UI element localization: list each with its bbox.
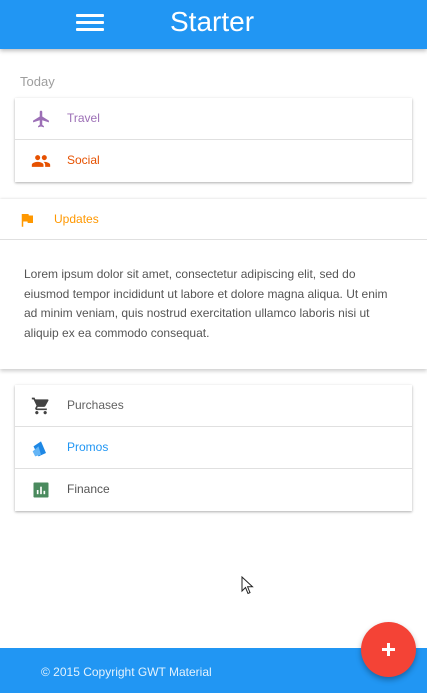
shopping-cart-icon [31, 396, 51, 416]
list-item-social[interactable]: Social [15, 140, 412, 182]
menu-bar-line [76, 21, 104, 24]
updates-panel: Updates Lorem ipsum dolor sit amet, cons… [0, 199, 427, 369]
section-label-today: Today [20, 74, 55, 89]
updates-header[interactable]: Updates [0, 199, 427, 240]
people-icon [31, 151, 51, 171]
app-title: Starter [170, 6, 255, 37]
today-list-card: Travel Social [15, 98, 412, 182]
updates-body-text: Lorem ipsum dolor sit amet, consectetur … [24, 267, 388, 340]
list-item-purchases[interactable]: Purchases [15, 385, 412, 427]
list-item-finance[interactable]: Finance [15, 469, 412, 511]
hamburger-menu-icon[interactable] [72, 9, 108, 37]
footer-copyright: © 2015 Copyright GWT Material [41, 665, 212, 679]
list-item-label: Finance [67, 482, 110, 496]
list-item-label: Promos [67, 440, 109, 454]
list-item-label: Travel [67, 111, 100, 125]
promos-tag-icon [31, 438, 51, 458]
updates-label: Updates [54, 212, 99, 226]
bar-chart-icon [31, 480, 51, 500]
list-item-promos[interactable]: Promos [15, 427, 412, 469]
menu-bar-line [76, 14, 104, 17]
mouse-cursor-icon [241, 576, 254, 595]
list-item-label: Purchases [67, 398, 124, 412]
app-bar: Starter [0, 0, 427, 49]
list-item-label: Social [67, 153, 100, 167]
add-fab-button[interactable] [361, 622, 416, 677]
flag-icon [18, 211, 36, 229]
menu-bar-line [76, 28, 104, 31]
category-list-card: Purchases Promos Finance [15, 385, 412, 511]
list-item-travel[interactable]: Travel [15, 98, 412, 140]
airplane-icon [31, 109, 51, 129]
